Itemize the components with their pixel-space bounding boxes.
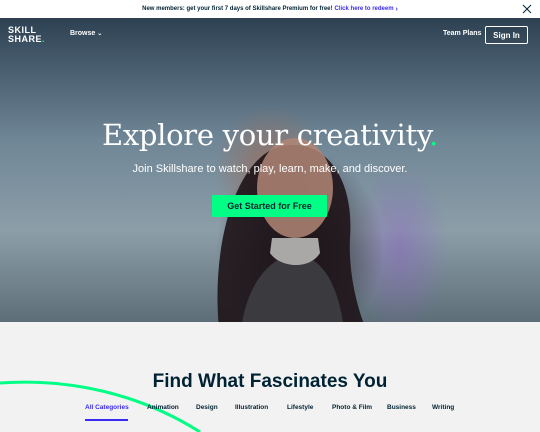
top-nav: SKILL SHARE. Browse ⌄ Team Plans Sign In <box>0 18 540 54</box>
promo-redeem-link[interactable]: Click here to redeem <box>335 6 394 12</box>
tab-illustration[interactable]: Illustration <box>235 404 268 411</box>
hero-subtitle: Join Skillshare to watch, play, learn, m… <box>132 163 408 175</box>
team-plans-link[interactable]: Team Plans <box>443 30 481 37</box>
tab-photo-film[interactable]: Photo & Film <box>332 404 372 411</box>
promo-text: New members: get your first 7 days of Sk… <box>142 6 333 12</box>
tab-writing[interactable]: Writing <box>432 404 454 411</box>
hero-title-dot: . <box>429 118 439 152</box>
chevron-right-icon[interactable]: › <box>396 6 398 13</box>
promo-banner: New members: get your first 7 days of Sk… <box>0 0 540 18</box>
tab-lifestyle[interactable]: Lifestyle <box>287 404 313 411</box>
tab-animation[interactable]: Animation <box>147 404 179 411</box>
logo-line-2: SHARE. <box>8 34 46 44</box>
active-tab-indicator <box>85 419 128 421</box>
tab-business[interactable]: Business <box>387 404 416 411</box>
chevron-down-icon: ⌄ <box>97 31 103 37</box>
close-icon[interactable] <box>520 2 534 16</box>
hero-title: Explore your creativity. <box>101 118 439 152</box>
categories-section: Find What Fascinates You All Categories … <box>0 322 540 432</box>
browse-menu[interactable]: Browse ⌄ <box>70 30 102 37</box>
category-tabs: All Categories Animation Design Illustra… <box>0 404 540 424</box>
get-started-button[interactable]: Get Started for Free <box>212 195 327 217</box>
section-title: Find What Fascinates You <box>152 371 388 392</box>
tab-design[interactable]: Design <box>196 404 218 411</box>
sign-in-button[interactable]: Sign In <box>485 26 528 44</box>
tab-all-categories[interactable]: All Categories <box>85 404 129 411</box>
skillshare-logo[interactable]: SKILL SHARE. <box>8 26 45 44</box>
browse-label: Browse <box>70 30 96 37</box>
